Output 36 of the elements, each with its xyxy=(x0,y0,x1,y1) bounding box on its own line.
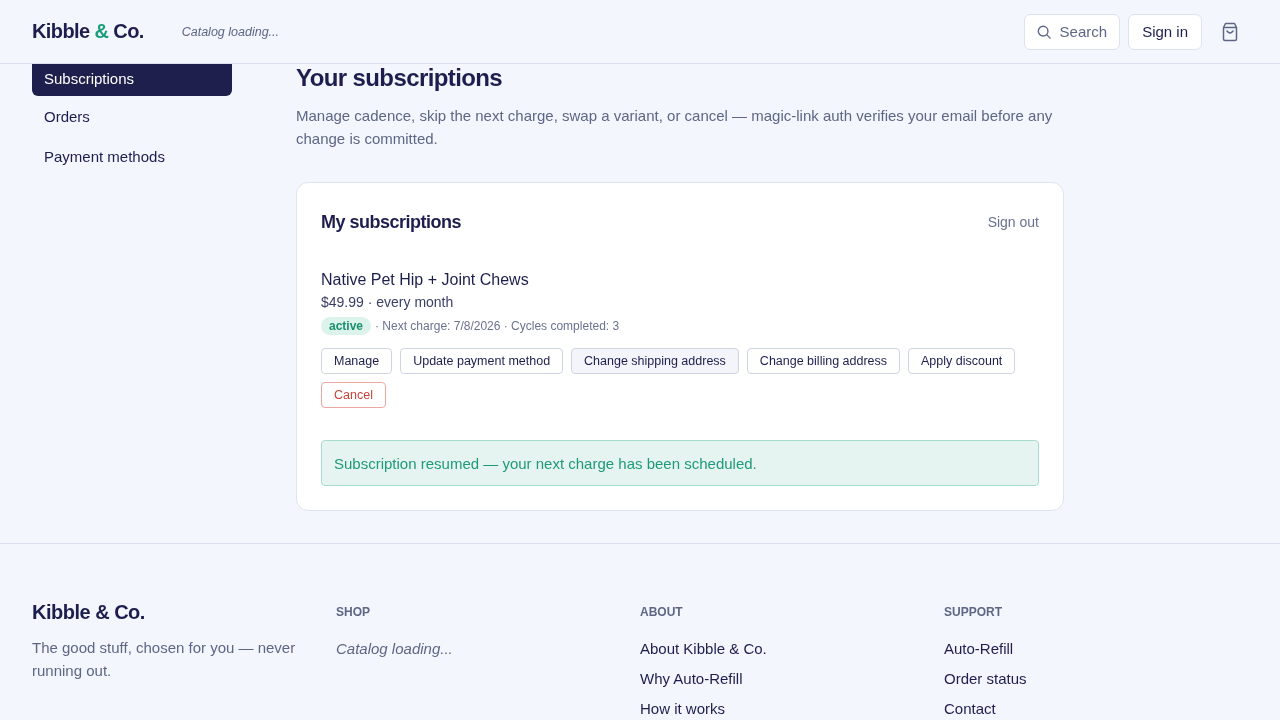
catalog-status: Catalog loading... xyxy=(181,24,279,39)
footer-link[interactable]: Auto-Refill xyxy=(944,639,1014,659)
shopping-bag-icon[interactable] xyxy=(1220,21,1240,42)
footer-link[interactable]: About Kibble & Co. xyxy=(640,639,767,659)
action-button[interactable]: Apply discount xyxy=(908,348,1016,374)
catalog-status: Catalog loading... xyxy=(336,639,453,659)
brand-logo[interactable]: Kibble & Co. xyxy=(32,20,144,43)
cancel-button[interactable]: Cancel xyxy=(321,382,386,408)
action-button[interactable]: Manage xyxy=(321,348,393,374)
action-button[interactable]: Change shipping address xyxy=(571,348,739,374)
footer-brand: Kibble & Co. xyxy=(32,600,145,625)
product-name: Native Pet Hip + Joint Chews xyxy=(321,270,530,290)
footer-link[interactable]: Contact xyxy=(944,699,996,719)
search-button[interactable]: Search xyxy=(1023,13,1121,50)
search-icon xyxy=(1036,24,1051,39)
footer-link[interactable]: How it works xyxy=(640,699,725,719)
success-notice: Subscription resumed — your next charge has been scheduled. xyxy=(321,440,1039,486)
charge-info: · Next charge: 7/8/2026 · Cycles completed: 3 xyxy=(375,319,620,333)
action-button[interactable]: Change billing address xyxy=(746,348,901,374)
footer-tagline: The good stuff, chosen for you — never running out. xyxy=(32,638,297,681)
action-button[interactable]: Update payment method xyxy=(400,348,564,374)
sidebar-item[interactable]: Payment methods xyxy=(32,136,232,176)
footer-link[interactable]: Why Auto-Refill xyxy=(640,669,743,689)
footer-link[interactable]: Order status xyxy=(944,669,1027,689)
sign-out-link[interactable]: Sign out xyxy=(987,214,1039,230)
card-title: My subscriptions xyxy=(321,211,462,233)
sidebar-item[interactable]: Orders xyxy=(32,96,232,136)
footer-heading: SUPPORT xyxy=(944,604,1002,620)
sidebar-item[interactable]: Subscriptions xyxy=(32,64,232,96)
status-badge: active xyxy=(321,317,372,335)
footer-heading: SHOP xyxy=(336,604,370,620)
page-title: Your subscriptions xyxy=(296,64,504,92)
page-description: Manage cadence, skip the next charge, swap a variant, or cancel — magic-link auth verifies your email before any change is committed. xyxy=(296,106,1054,149)
footer-heading: ABOUT xyxy=(640,604,683,620)
price-line: $49.99 · every month xyxy=(321,293,455,312)
sign-in-button[interactable]: Sign in xyxy=(1128,13,1202,50)
